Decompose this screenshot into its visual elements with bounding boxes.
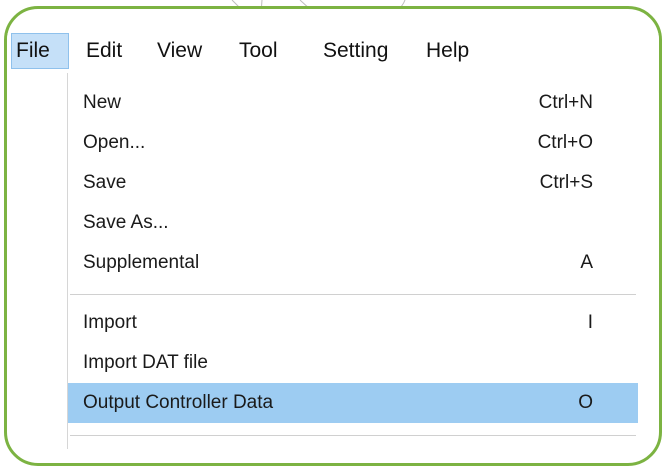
menu-item-label: New xyxy=(83,92,122,113)
menu-item-supplemental[interactable]: Supplemental A xyxy=(68,243,638,283)
menu-item-label: Output Controller Data xyxy=(83,392,274,413)
menu-item-shortcut: Ctrl+N xyxy=(538,92,593,113)
menu-help[interactable]: Help xyxy=(426,33,469,69)
menu-item-import[interactable]: Import I xyxy=(68,303,638,343)
file-dropdown-menu: New Ctrl+N Open... Ctrl+O Save Ctrl+S Sa… xyxy=(67,73,638,449)
menu-item-new[interactable]: New Ctrl+N xyxy=(68,83,638,123)
menu-item-open[interactable]: Open... Ctrl+O xyxy=(68,123,638,163)
menu-item-save[interactable]: Save Ctrl+S xyxy=(68,163,638,203)
menu-file[interactable]: File xyxy=(11,33,69,69)
menu-separator xyxy=(70,435,636,436)
menu-item-shortcut: Ctrl+O xyxy=(537,132,593,153)
menu-window: File Edit View Tool Setting Help New Ctr… xyxy=(4,6,662,466)
menu-item-save-as[interactable]: Save As... xyxy=(68,203,638,243)
menu-separator xyxy=(70,294,636,295)
menu-view[interactable]: View xyxy=(157,33,202,69)
menu-bar: File Edit View Tool Setting Help xyxy=(7,33,659,69)
menu-setting[interactable]: Setting xyxy=(323,33,388,69)
menu-item-label: Save As... xyxy=(83,212,169,233)
menu-item-label: Import xyxy=(83,312,137,333)
menu-item-label: Open... xyxy=(83,132,146,153)
menu-item-shortcut: I xyxy=(587,312,593,333)
menu-item-shortcut: A xyxy=(580,252,593,273)
menu-tool[interactable]: Tool xyxy=(239,33,278,69)
menu-item-import-dat-file[interactable]: Import DAT file xyxy=(68,343,638,383)
menu-item-label: Save xyxy=(83,172,127,193)
menu-item-shortcut: Ctrl+S xyxy=(539,172,593,193)
menu-item-label: Import DAT file xyxy=(83,352,208,373)
menu-item-output-controller-data[interactable]: Output Controller Data O xyxy=(68,383,638,423)
menu-item-shortcut: O xyxy=(578,392,593,413)
menu-edit[interactable]: Edit xyxy=(86,33,122,69)
menu-item-label: Supplemental xyxy=(83,252,200,273)
